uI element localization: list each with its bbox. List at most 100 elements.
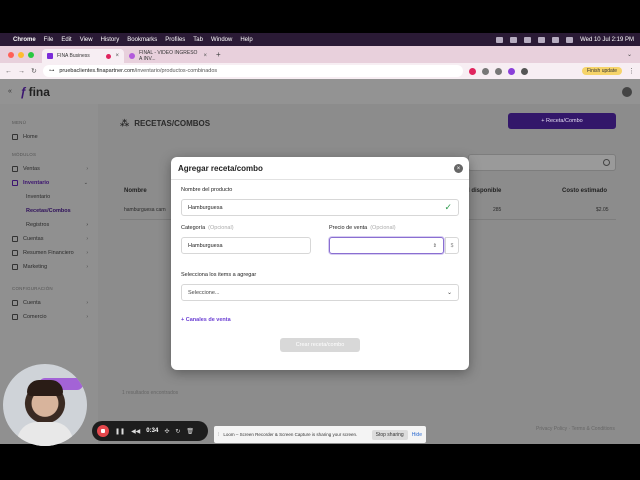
menu-tab[interactable]: Tab bbox=[193, 37, 203, 43]
wifi-icon[interactable] bbox=[552, 36, 560, 43]
optional-hint: (Opcional) bbox=[208, 225, 234, 231]
add-recipe-modal: Agregar receta/combo × Nombre del produc… bbox=[171, 157, 469, 370]
menubar-clock[interactable]: Wed 10 Jul 2:19 PM bbox=[580, 37, 634, 43]
sidebar-item-label: Inventario bbox=[23, 180, 50, 186]
add-recipe-combo-button[interactable]: + Receta/Combo bbox=[508, 113, 616, 129]
chevron-right-icon: › bbox=[86, 300, 88, 306]
sidebar-item-marketing[interactable]: Marketing › bbox=[0, 260, 98, 274]
menu-history[interactable]: History bbox=[101, 37, 120, 43]
currency-addon: $ bbox=[445, 237, 459, 254]
hide-button[interactable]: Hide bbox=[412, 432, 422, 438]
address-bar[interactable]: ⊶ pruebaclientes.finapartner.com/inventa… bbox=[42, 65, 463, 77]
zoom-window-button[interactable] bbox=[28, 51, 34, 58]
chrome-menu-icon[interactable]: ⋮ bbox=[628, 67, 635, 75]
sales-channels-link[interactable]: + Canales de venta bbox=[181, 317, 231, 323]
extension-icon[interactable] bbox=[507, 67, 515, 75]
menu-help[interactable]: Help bbox=[240, 37, 252, 43]
create-recipe-button[interactable]: Crear receta/combo bbox=[280, 338, 360, 352]
sidebar-subitem-recetas-combos[interactable]: Recetas/Combos bbox=[0, 204, 98, 218]
extension-icon[interactable] bbox=[481, 67, 489, 75]
category-input[interactable]: Hamburguesa bbox=[181, 237, 311, 254]
chevron-right-icon: › bbox=[86, 264, 88, 270]
menu-window[interactable]: Window bbox=[211, 37, 232, 43]
sidebar-item-label: Ventas bbox=[23, 166, 40, 172]
restart-icon[interactable]: ↻ bbox=[175, 428, 180, 435]
column-header-name[interactable]: Nombre bbox=[124, 188, 147, 194]
profile-avatar[interactable] bbox=[520, 67, 528, 75]
menu-bookmarks[interactable]: Bookmarks bbox=[127, 37, 157, 43]
sidebar-item-label: Home bbox=[23, 134, 38, 140]
stop-sharing-button[interactable]: Stop sharing bbox=[371, 429, 408, 440]
menu-file[interactable]: File bbox=[44, 37, 54, 43]
sidebar-section-modules: MÓDULOS bbox=[12, 152, 37, 157]
webcam-bubble[interactable] bbox=[3, 364, 87, 446]
close-window-button[interactable] bbox=[8, 51, 14, 58]
finish-update-button[interactable]: Finish update bbox=[581, 67, 622, 75]
tray-icon[interactable] bbox=[524, 36, 532, 43]
tray-icon[interactable] bbox=[538, 36, 546, 43]
chevron-right-icon: › bbox=[86, 314, 88, 320]
column-header-cost[interactable]: Costo estimado bbox=[562, 188, 607, 194]
column-header-available[interactable]: l disponible bbox=[468, 188, 501, 194]
menu-edit[interactable]: Edit bbox=[61, 37, 71, 43]
menu-profiles[interactable]: Profiles bbox=[165, 37, 185, 43]
sidebar-item-home[interactable]: Home bbox=[0, 130, 98, 144]
app-header: « ƒ fina bbox=[0, 79, 640, 104]
minimize-window-button[interactable] bbox=[18, 51, 24, 58]
tray-icon[interactable] bbox=[510, 36, 518, 43]
close-tab-icon[interactable]: × bbox=[115, 53, 119, 59]
fina-logo[interactable]: ƒ fina bbox=[20, 85, 50, 99]
battery-icon[interactable] bbox=[566, 36, 574, 43]
drag-handle-icon[interactable]: ⁞ bbox=[218, 432, 219, 438]
chevron-right-icon: › bbox=[86, 236, 88, 242]
box-icon bbox=[12, 180, 18, 186]
sidebar-item-comercio[interactable]: Comercio › bbox=[0, 310, 98, 324]
screen: Chrome File Edit View History Bookmarks … bbox=[0, 0, 640, 480]
sidebar-item-cuentas[interactable]: Cuentas › bbox=[0, 232, 98, 246]
forward-icon[interactable]: → bbox=[18, 68, 25, 75]
user-icon[interactable] bbox=[622, 86, 632, 97]
chevron-right-icon: › bbox=[86, 222, 88, 228]
number-stepper-icon[interactable]: ⇕ bbox=[433, 243, 437, 249]
rewind-icon[interactable]: ◀◀ bbox=[131, 428, 140, 435]
menu-view[interactable]: View bbox=[80, 37, 93, 43]
price-input[interactable]: ⇕ bbox=[329, 237, 444, 254]
price-label-text: Precio de venta bbox=[329, 225, 368, 231]
search-input[interactable] bbox=[468, 154, 616, 171]
delete-icon[interactable]: 🗑 bbox=[186, 428, 194, 435]
megaphone-icon bbox=[12, 264, 18, 270]
menu-app[interactable]: Chrome bbox=[13, 37, 36, 43]
sidebar-item-label: Cuenta bbox=[23, 300, 41, 306]
menubar-tray: Wed 10 Jul 2:19 PM bbox=[496, 36, 634, 43]
collapse-sidebar-icon[interactable]: « bbox=[8, 88, 12, 95]
items-select[interactable]: Seleccione... ⌄ bbox=[181, 284, 459, 301]
reload-icon[interactable]: ↻ bbox=[31, 67, 37, 75]
tray-icon[interactable] bbox=[496, 36, 504, 43]
recording-indicator-icon bbox=[106, 53, 112, 59]
sidebar-subitem-registros[interactable]: Registros › bbox=[0, 218, 98, 232]
close-tab-icon[interactable]: × bbox=[203, 53, 207, 59]
tab-title: FINA Business bbox=[57, 53, 90, 59]
site-info-icon[interactable]: ⊶ bbox=[49, 68, 55, 74]
new-tab-button[interactable]: + bbox=[212, 50, 225, 59]
sidebar-subitem-inventario[interactable]: Inventario bbox=[0, 190, 98, 204]
tab-fina-business[interactable]: FINA Business × bbox=[42, 49, 124, 63]
close-icon[interactable]: × bbox=[454, 164, 463, 173]
share-message: Loom – Screen Recorder & Screen Capture … bbox=[223, 432, 358, 437]
sidebar-item-ventas[interactable]: Ventas › bbox=[0, 162, 98, 176]
sidebar-item-cuenta[interactable]: Cuenta › bbox=[0, 296, 98, 310]
sidebar-item-resumen-financiero[interactable]: Resumen Financiero › bbox=[0, 246, 98, 260]
tab-final-video[interactable]: FINAL - VIDEO INGRESO A INV... × bbox=[124, 49, 212, 63]
stop-recording-button[interactable] bbox=[97, 425, 109, 437]
category-value: Hamburguesa bbox=[188, 242, 223, 249]
drawing-tool-icon[interactable]: ✣ bbox=[164, 428, 169, 435]
back-icon[interactable]: ← bbox=[5, 68, 12, 75]
sidebar-item-inventario[interactable]: Inventario ⌄ bbox=[0, 176, 98, 190]
tab-search-icon[interactable]: ⌄ bbox=[627, 51, 640, 58]
footer-links[interactable]: Privacy Policy · Terms & Conditions bbox=[536, 426, 615, 432]
product-name-input[interactable]: Hamburguesa ✓ bbox=[181, 199, 459, 216]
extension-icon[interactable] bbox=[468, 67, 476, 75]
app-viewport: « ƒ fina MENÚ Home MÓDULOS Ventas › Inven… bbox=[0, 79, 640, 444]
pause-icon[interactable]: ❚❚ bbox=[115, 428, 125, 435]
extension-icon[interactable] bbox=[494, 67, 502, 75]
